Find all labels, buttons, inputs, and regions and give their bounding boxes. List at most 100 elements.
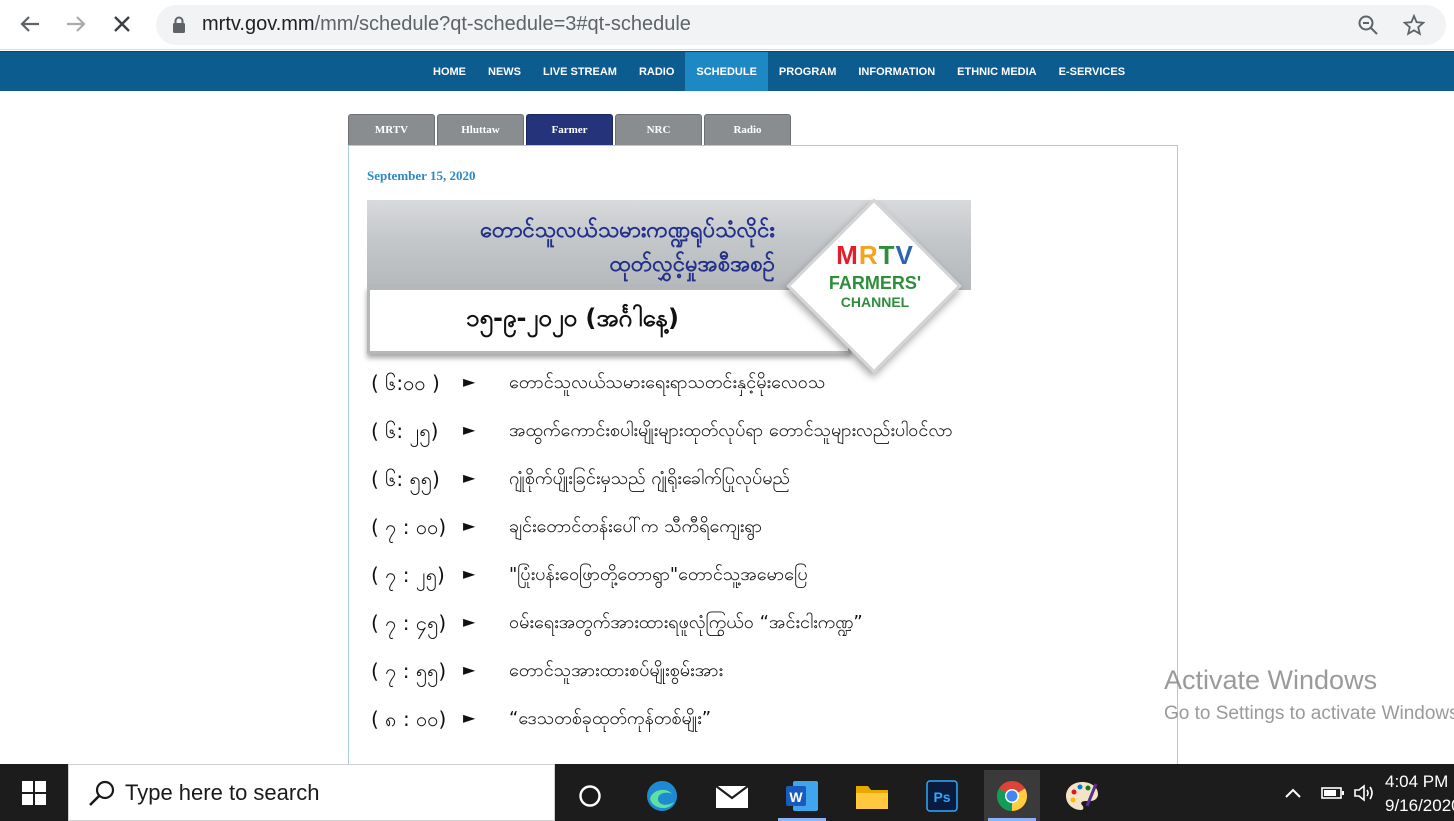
- tab-farmer[interactable]: Farmer: [526, 114, 613, 145]
- word-button[interactable]: W: [774, 770, 830, 821]
- menu-ethnic-media[interactable]: ETHNIC MEDIA: [946, 52, 1047, 91]
- search-placeholder: Type here to search: [125, 780, 320, 805]
- banner-date: ၁၅-၉-၂၀၂၀ (အင်္ဂါနေ့): [466, 304, 679, 332]
- photoshop-button[interactable]: Ps: [914, 770, 970, 821]
- palette-icon: [1066, 781, 1098, 810]
- chrome-button[interactable]: [984, 770, 1040, 821]
- schedule-banner: တောင်သူလယ်သမားကဏ္ဍရုပ်သံလိုင်း ထုတ်လွှင့…: [367, 198, 971, 374]
- schedule-time: ( ၇ : ၂၅): [371, 563, 445, 587]
- schedule-title: “ဒေသတစ်ခုထုတ်ကုန်တစ်မျိုး”: [509, 708, 712, 729]
- logo-channel: CHANNEL: [840, 294, 910, 310]
- tab-hluttaw[interactable]: Hluttaw: [437, 114, 524, 145]
- folder-icon: [856, 785, 888, 809]
- banner-date-box: ၁၅-၉-၂၀၂၀ (အင်္ဂါနေ့): [367, 286, 851, 354]
- url-path: /mm/schedule?qt-schedule=3#qt-schedule: [314, 13, 691, 35]
- battery-icon[interactable]: [1316, 786, 1350, 800]
- menu-radio[interactable]: RADIO: [628, 52, 685, 91]
- activate-windows-title: Activate Windows: [1164, 665, 1378, 695]
- taskbar-clock[interactable]: 4:04 PM 9/16/2020: [1385, 770, 1454, 818]
- mail-icon: [715, 784, 749, 808]
- banner-title: တောင်သူလယ်သမားကဏ္ဍရုပ်သံလိုင်း ထုတ်လွှင့…: [480, 214, 775, 282]
- magnifier-icon: [1358, 15, 1378, 35]
- schedule-time: ( ၇ : ၀၀): [371, 515, 447, 539]
- menu-live-stream[interactable]: LIVE STREAM: [532, 52, 628, 91]
- site-menu-bar: HOME NEWS LIVE STREAM RADIO SCHEDULE PRO…: [0, 51, 1454, 91]
- lock-icon: [173, 16, 185, 33]
- schedule-title: တောင်သူအားထားစပ်မျိုးစွမ်းအား: [509, 660, 724, 681]
- schedule-title: "ပြုံးပန်းဝေဖြာတို့တောရွာ"တောင်သူ့အမောပြ…: [509, 564, 808, 585]
- file-explorer-button[interactable]: [844, 770, 900, 821]
- schedule-panel: September 15, 2020 တောင်သူလယ်သမားကဏ္ဍရုပ…: [348, 145, 1178, 785]
- svg-text:Ps: Ps: [933, 789, 950, 805]
- mail-button[interactable]: [704, 770, 760, 821]
- schedule-title: ချင်းတောင်တန်းပေါ်က သီကီရိကျေးရွာ: [509, 516, 763, 537]
- chrome-icon: [996, 780, 1028, 811]
- address-bar[interactable]: mrtv.gov.mm/mm/schedule?qt-schedule=3#qt…: [156, 5, 1446, 45]
- task-view-icon: [579, 784, 601, 807]
- schedule-time: ( ၇ : ၄၅): [371, 611, 447, 635]
- clock-date: 9/16/2020: [1385, 796, 1454, 815]
- play-arrow-icon: ►: [463, 660, 476, 679]
- play-arrow-icon: ►: [463, 708, 476, 727]
- schedule-title: အထွက်ကောင်းစပါးမျိုးများထုတ်လုပ်ရာ တောင်…: [509, 420, 953, 441]
- schedule-title: ဂျုံစိုက်ပျိုးခြင်းမှသည် ဂျုံရိုးခေါက်ပြ…: [509, 468, 790, 489]
- schedule-tabs: MRTV Hluttaw Farmer NRC Radio: [348, 114, 791, 146]
- volume-icon[interactable]: [1350, 783, 1380, 803]
- schedule-time: ( ၇ : ၅၅): [371, 659, 447, 683]
- mrtv-farmers-logo: MRTV FARMERS' CHANNEL: [785, 198, 965, 374]
- tab-mrtv[interactable]: MRTV: [348, 114, 435, 145]
- banner-title-line1: တောင်သူလယ်သမားကဏ္ဍရုပ်သံလိုင်း: [480, 218, 775, 243]
- menu-program[interactable]: PROGRAM: [768, 52, 847, 91]
- tab-nrc[interactable]: NRC: [615, 114, 702, 145]
- schedule-date: September 15, 2020: [367, 168, 476, 183]
- menu-news[interactable]: NEWS: [477, 52, 532, 91]
- photoshop-icon: Ps: [926, 779, 958, 812]
- logo-mrtv: MRTV: [836, 240, 914, 270]
- play-arrow-icon: ►: [463, 420, 476, 439]
- windows-taskbar: Type here to search W Ps 4:04 PM 9/16/20…: [0, 764, 1454, 821]
- banner-title-line2: ထုတ်လွှင့်မှုအစီအစဉ်: [609, 252, 775, 277]
- url-text: mrtv.gov.mm/mm/schedule?qt-schedule=3#qt…: [202, 13, 691, 36]
- schedule-title: ဝမ်းရေးအတွက်အားထားရဖူလုံကြွယ်ဝ “အင်းငါးက…: [509, 612, 863, 633]
- menu-information[interactable]: INFORMATION: [847, 52, 946, 91]
- windows-logo-icon: [22, 780, 46, 805]
- arrow-right-icon: [67, 16, 86, 32]
- site-menu: HOME NEWS LIVE STREAM RADIO SCHEDULE PRO…: [422, 52, 1136, 91]
- stop-loading-button[interactable]: [106, 8, 138, 40]
- clock-time: 4:04 PM: [1385, 772, 1449, 791]
- start-button[interactable]: [0, 764, 68, 821]
- edge-button[interactable]: [634, 770, 690, 821]
- back-button[interactable]: [14, 8, 46, 40]
- close-icon: [114, 16, 130, 32]
- url-domain: mrtv.gov.mm: [202, 13, 315, 35]
- schedule-time: ( ၈ : ၀၀): [371, 707, 447, 731]
- menu-schedule[interactable]: SCHEDULE: [685, 52, 768, 91]
- tab-radio[interactable]: Radio: [704, 114, 791, 145]
- task-view-button[interactable]: [562, 770, 618, 821]
- arrow-left-icon: [20, 16, 39, 32]
- activate-windows-subtitle: Go to Settings to activate Windows.: [1164, 703, 1454, 724]
- schedule-time: ( ၆: ၂၅): [371, 419, 439, 443]
- svg-text:W: W: [789, 789, 803, 805]
- play-arrow-icon: ►: [463, 564, 476, 583]
- schedule-time: ( ၆: ၅၅): [371, 467, 440, 491]
- word-icon: W: [786, 780, 818, 811]
- bookmark-button[interactable]: [1402, 13, 1426, 37]
- play-arrow-icon: ►: [463, 468, 476, 487]
- paint-button[interactable]: [1054, 770, 1110, 821]
- forward-button[interactable]: [60, 8, 92, 40]
- star-icon: [1403, 14, 1425, 36]
- browser-toolbar: mrtv.gov.mm/mm/schedule?qt-schedule=3#qt…: [0, 0, 1454, 50]
- edge-icon: [647, 780, 677, 811]
- menu-e-services[interactable]: E-SERVICES: [1048, 52, 1136, 91]
- schedule-title: တောင်သူလယ်သမားရေးရာသတင်းနှင့်မိုးလေဝသ: [509, 372, 826, 393]
- search-icon: [89, 780, 115, 806]
- menu-home[interactable]: HOME: [422, 52, 477, 91]
- logo-farmers: FARMERS': [828, 273, 922, 293]
- tray-overflow-icon[interactable]: [1282, 787, 1304, 799]
- play-arrow-icon: ►: [463, 372, 476, 391]
- zoom-button[interactable]: [1356, 13, 1380, 37]
- system-tray: [1282, 764, 1380, 821]
- taskbar-search[interactable]: Type here to search: [68, 764, 555, 821]
- schedule-time: ( ၆:၀၀ ): [371, 371, 440, 395]
